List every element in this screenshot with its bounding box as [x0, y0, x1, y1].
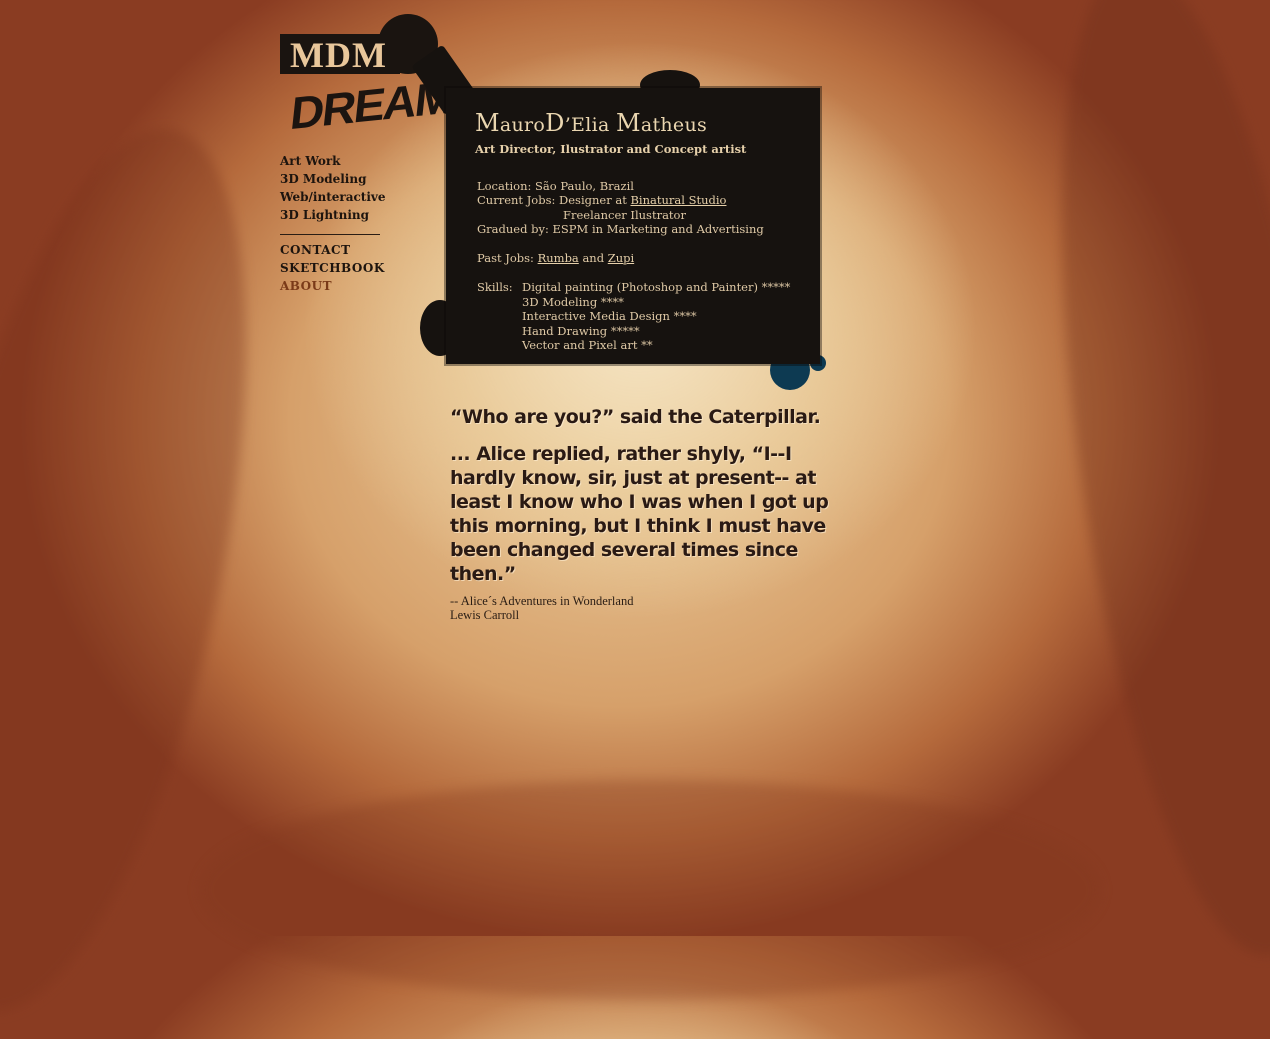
skill-item: Digital painting (Photoshop and Painter)…: [522, 280, 791, 294]
nav-contact[interactable]: CONTACT: [280, 241, 420, 259]
name-initial: M: [475, 109, 500, 137]
profile-name: MauroD’Elia Matheus: [475, 110, 815, 138]
nav-3d-lightning[interactable]: 3D Lightning: [280, 206, 420, 224]
skill-item: Interactive Media Design ****: [522, 309, 697, 323]
skills-list: Digital painting (Photoshop and Painter)…: [522, 280, 790, 353]
quote-line-1: “Who are you?” said the Caterpillar.: [450, 406, 821, 428]
name-initial: D: [545, 109, 565, 137]
profile-details: Location: São Paulo, Brazil Current Jobs…: [475, 179, 815, 353]
quote-source-author: Lewis Carroll: [450, 608, 520, 622]
zupi-link[interactable]: Zupi: [608, 251, 634, 265]
brush-streak: [0, 100, 311, 1039]
nav-web-interactive[interactable]: Web/interactive: [280, 188, 420, 206]
about-panel: MauroD’Elia Matheus Art Director, Ilustr…: [446, 88, 820, 364]
skill-item: Vector and Pixel art **: [522, 338, 653, 352]
nav-art-work[interactable]: Art Work: [280, 152, 420, 170]
brush-streak: [1011, 0, 1270, 972]
current-jobs-label: Current Jobs: Designer at: [477, 193, 627, 207]
nav-3d-modeling[interactable]: 3D Modeling: [280, 170, 420, 188]
nav-about[interactable]: ABOUT: [280, 277, 420, 295]
quote-source-title: -- Alice´s Adventures in Wonderland: [450, 594, 634, 608]
quote-source: -- Alice´s Adventures in Wonderland Lewi…: [450, 594, 830, 622]
skill-item: 3D Modeling ****: [522, 294, 624, 309]
nav-divider: [280, 234, 380, 235]
profile-role: Art Director, Ilustrator and Concept art…: [475, 142, 747, 156]
binatural-studio-link[interactable]: Binatural Studio: [630, 193, 726, 207]
quote-line-2: ... Alice replied, rather shyly, “I--I h…: [450, 443, 829, 585]
name-initial: M: [615, 109, 641, 137]
current-jobs-second: Freelancer Ilustrator: [563, 207, 686, 222]
graduated-text: Gradued by: ESPM in Marketing and Advert…: [477, 222, 764, 236]
past-jobs-label: Past Jobs:: [477, 251, 534, 265]
nav-sketchbook[interactable]: SKETCHBOOK: [280, 259, 420, 277]
location-text: Location: São Paulo, Brazil: [477, 178, 634, 193]
name-part: atheus: [640, 114, 708, 136]
skill-item: Hand Drawing *****: [522, 323, 640, 338]
current-jobs: Current Jobs: Designer at Binatural Stud…: [477, 193, 815, 208]
main-nav: Art Work 3D Modeling Web/interactive 3D …: [280, 152, 420, 295]
past-jobs: Past Jobs: Rumba and Zupi: [477, 251, 815, 266]
skills-label: Skills:: [477, 280, 513, 294]
past-jobs-and: and: [582, 251, 605, 265]
quote-section: “Who are you?” said the Caterpillar. ...…: [450, 406, 830, 622]
rumba-link[interactable]: Rumba: [538, 251, 579, 265]
name-part: auro: [499, 114, 546, 136]
skills-section: Skills: Digital painting (Photoshop and …: [477, 280, 815, 353]
brush-streak: [200, 780, 1100, 1000]
name-part: ’Elia: [564, 114, 610, 136]
logo-mdm-text: MDM: [290, 35, 387, 75]
